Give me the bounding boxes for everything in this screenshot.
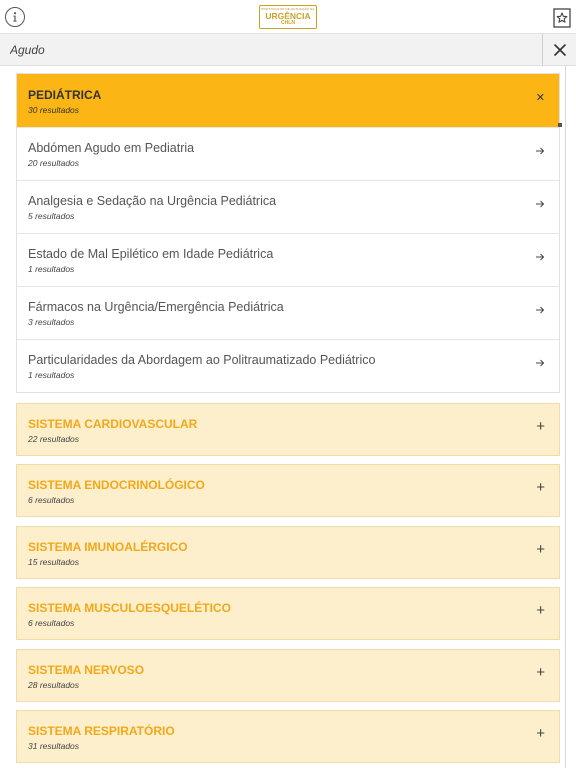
expand-plus-icon[interactable]: + [536,480,545,495]
category-count: 6 resultados [28,495,75,505]
expand-plus-icon[interactable]: + [536,419,545,434]
list-item[interactable]: Estado de Mal Epilético em Idade Pediátr… [17,233,559,286]
collapse-close-icon[interactable]: ✕ [536,93,545,104]
close-icon [553,44,566,56]
expand-plus-icon[interactable]: + [536,665,545,680]
category-title: Pediátrica [28,88,102,102]
list-item[interactable]: Fármacos na Urgência/Emergência Pediátri… [17,286,559,339]
category-title: Sistema Respiratório [28,724,175,738]
category-count: 15 resultados [28,557,80,567]
favorite-star-icon[interactable] [553,8,571,28]
category-title: Sistema Musculoesquelético [28,601,231,615]
list-item-title: Fármacos na Urgência/Emergência Pediátri… [28,300,284,314]
search-input[interactable] [0,34,542,66]
category-respiratorio[interactable]: Sistema Respiratório 31 resultados + [16,710,560,763]
info-glyph [13,12,17,22]
category-musculoesqueletico[interactable]: Sistema Musculoesquelético 6 resultados … [16,587,560,640]
category-nervoso[interactable]: Sistema Nervoso 28 resultados + [16,649,560,702]
results-list[interactable]: Pediátrica 30 resultados ✕ Abdómen Agudo… [0,66,576,768]
category-count: 6 resultados [28,618,75,628]
expand-plus-icon[interactable]: + [536,726,545,741]
scrollbar-thumb[interactable] [558,123,562,127]
list-item-count: 20 resultados [28,158,80,168]
category-imunoalergico[interactable]: Sistema Imunoalérgico 15 resultados + [16,526,560,579]
category-cardiovascular[interactable]: Sistema Cardiovascular 22 resultados + [16,403,560,456]
category-title: Sistema Nervoso [28,663,145,677]
expand-plus-icon[interactable]: + [536,603,545,618]
arrow-right-icon [536,147,545,155]
clear-search-button[interactable] [542,34,576,66]
category-count: 30 resultados [28,105,80,115]
list-item[interactable]: Abdómen Agudo em Pediatria 20 resultados [17,127,559,180]
app-logo: PROTOCOLOS DE ACTUAÇÃO NA URGÊNCIA CHLN [259,5,317,29]
list-item-title: Abdómen Agudo em Pediatria [28,141,195,155]
category-header-pediatrica[interactable]: Pediátrica 30 resultados ✕ [17,74,559,127]
category-count: 28 resultados [28,680,80,690]
list-item-title: Particularidades da Abordagem ao Politra… [28,353,376,367]
category-title: Sistema Endocrinológico [28,478,205,492]
arrow-right-icon [536,200,545,208]
category-title: Sistema Cardiovascular [28,417,198,431]
list-item-count: 1 resultados [28,370,75,380]
category-count: 22 resultados [28,434,80,444]
arrow-right-icon [536,359,545,367]
logo-line-3: CHLN [281,20,295,27]
category-pediatrica: Pediátrica 30 resultados ✕ Abdómen Agudo… [16,73,560,393]
arrow-right-icon [536,306,545,314]
top-bar: PROTOCOLOS DE ACTUAÇÃO NA URGÊNCIA CHLN [0,0,576,34]
list-item-count: 5 resultados [28,211,75,221]
category-title: Sistema Imunoalérgico [28,540,188,554]
list-item-title: Estado de Mal Epilético em Idade Pediátr… [28,247,274,261]
search-bar [0,34,576,66]
category-endocrinologico[interactable]: Sistema Endocrinológico 6 resultados + [16,464,560,517]
info-icon[interactable] [5,7,25,27]
expand-plus-icon[interactable]: + [536,542,545,557]
list-item-count: 1 resultados [28,264,75,274]
category-count: 31 resultados [28,741,80,751]
list-item-count: 3 resultados [28,317,75,327]
list-item-title: Analgesia e Sedação na Urgência Pediátri… [28,194,277,208]
logo-line-2: URGÊNCIA [265,10,311,21]
scroll-track [565,66,566,768]
arrow-right-icon [536,253,545,261]
list-item[interactable]: Analgesia e Sedação na Urgência Pediátri… [17,180,559,233]
list-item[interactable]: Particularidades da Abordagem ao Politra… [17,339,559,392]
